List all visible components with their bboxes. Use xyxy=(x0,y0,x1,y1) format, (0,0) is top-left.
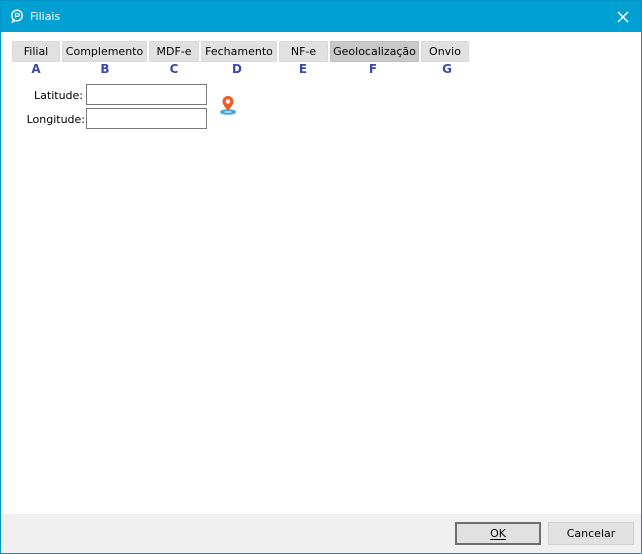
tab-fechamento[interactable]: Fechamento xyxy=(201,41,277,62)
ok-label: OK xyxy=(490,527,506,540)
tab-complemento[interactable]: Complemento xyxy=(62,41,147,62)
tab-letter-b: B xyxy=(100,62,110,76)
tab-letter-f: F xyxy=(368,62,378,76)
tab-geolocalizacao[interactable]: Geolocalização xyxy=(330,41,419,62)
tab-onvio[interactable]: Onvio xyxy=(421,41,469,62)
close-button[interactable] xyxy=(605,1,641,32)
tab-letter-e: E xyxy=(298,62,308,76)
title-bar: Filiais xyxy=(1,1,641,32)
latitude-label: Latitude: xyxy=(34,89,83,102)
window-title: Filiais xyxy=(30,10,61,23)
chat-bubble-icon xyxy=(10,9,24,23)
tab-letter-d: D xyxy=(232,62,242,76)
longitude-label: Longitude: xyxy=(26,113,85,126)
latitude-input[interactable] xyxy=(86,84,207,105)
filiais-dialog: Filiais Filial Complemento MDF-e Fechame… xyxy=(0,0,642,554)
cancel-button[interactable]: Cancelar xyxy=(548,522,634,545)
ok-button[interactable]: OK xyxy=(455,522,541,545)
close-icon xyxy=(617,10,629,23)
tab-letter-a: A xyxy=(31,62,41,76)
tab-letter-c: C xyxy=(169,62,179,76)
map-pin-icon[interactable] xyxy=(217,94,239,116)
dialog-footer: OK Cancelar xyxy=(1,514,641,553)
tab-mdf-e[interactable]: MDF-e xyxy=(149,41,199,62)
tab-letter-g: G xyxy=(442,62,452,76)
tab-filial[interactable]: Filial xyxy=(12,41,60,62)
tab-nf-e[interactable]: NF-e xyxy=(279,41,328,62)
longitude-input[interactable] xyxy=(86,108,207,129)
